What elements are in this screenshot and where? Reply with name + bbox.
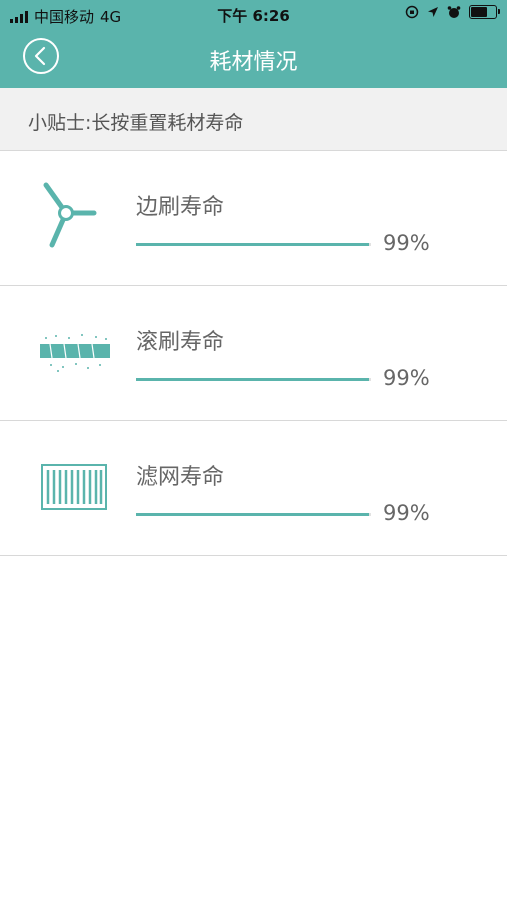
life-percent: 99% (383, 366, 430, 390)
consumable-item-side-brush[interactable]: 边刷寿命 99% (0, 151, 507, 286)
life-progress-bar (136, 243, 371, 246)
status-right (405, 5, 500, 19)
orientation-lock-icon (405, 5, 419, 19)
tip-text: 小贴士:长按重置耗材寿命 (28, 112, 244, 134)
life-progress-bar (136, 378, 371, 381)
page-title: 耗材情况 (209, 50, 298, 75)
status-bar: 中国移动 4G 下午 6:26 (0, 0, 507, 30)
item-label: 滤网寿命 (136, 465, 225, 490)
item-label: 滚刷寿命 (136, 330, 225, 355)
app-header: 中国移动 4G 下午 6:26 耗材情况 (0, 0, 507, 88)
roller-brush-icon (40, 334, 110, 372)
consumable-item-filter[interactable]: 滤网寿命 99% (0, 421, 507, 556)
item-label: 边刷寿命 (136, 195, 225, 220)
life-progress-fill (136, 243, 369, 246)
life-progress-fill (136, 513, 369, 516)
life-progress-fill (136, 378, 369, 381)
alarm-icon (447, 6, 461, 18)
life-progress-bar (136, 513, 371, 516)
side-brush-icon (43, 182, 97, 248)
life-percent: 99% (383, 501, 430, 525)
life-percent: 99% (383, 231, 430, 255)
battery-icon (469, 5, 500, 19)
consumable-item-roller-brush[interactable]: 滚刷寿命 99% (0, 286, 507, 421)
location-arrow-icon (428, 7, 438, 17)
filter-icon (41, 464, 107, 510)
tip-banner: 小贴士:长按重置耗材寿命 (0, 88, 507, 151)
